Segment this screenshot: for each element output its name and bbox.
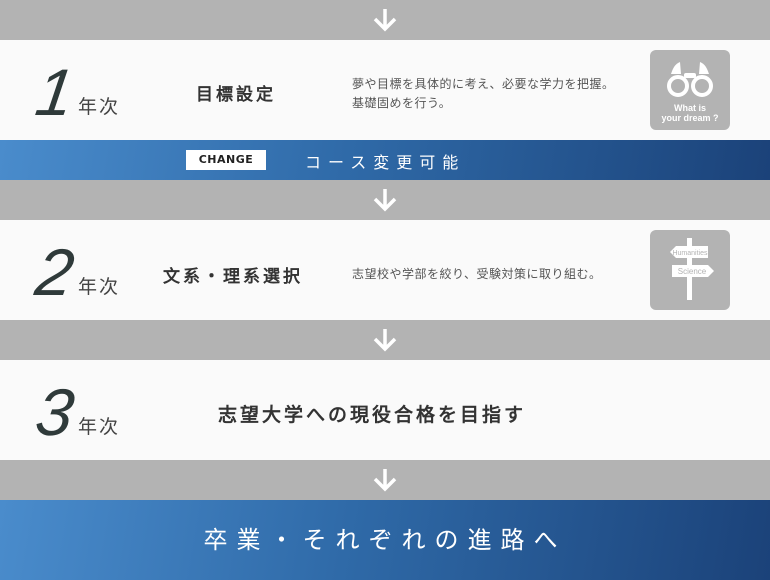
arrow-divider: [0, 460, 770, 500]
change-text: コース変更可能: [305, 153, 466, 172]
icon-caption: your dream ?: [661, 113, 718, 123]
arrow-divider: [0, 320, 770, 360]
year-number: 1: [31, 55, 79, 129]
year-number: 2: [31, 235, 79, 309]
arrow-down-icon: [373, 469, 397, 492]
step-year-2: 2 年次 文系・理系選択 志望校や学部を絞り、受験対策に取り組む。 Humani…: [0, 220, 770, 320]
step-year-1: 1 年次 目標設定 夢や目標を具体的に考え、必要な学力を把握。 基礎固めを行う。 …: [0, 40, 770, 140]
arrow-divider: [0, 0, 770, 40]
arrow-down-icon: [373, 9, 397, 32]
step-description: 夢や目標を具体的に考え、必要な学力を把握。 基礎固めを行う。: [352, 75, 615, 113]
arrow-divider: [0, 180, 770, 220]
sign-label: Humanities: [672, 250, 708, 257]
graduation-band: 卒業・それぞれの進路へ: [0, 500, 770, 580]
step-title: 文系・理系選択: [163, 267, 303, 287]
change-badge: CHANGE: [186, 150, 266, 170]
step-title: 目標設定: [196, 85, 276, 105]
arrow-down-icon: [373, 189, 397, 212]
desc-line: 志望校や学部を絞り、受験対策に取り組む。: [352, 267, 602, 281]
year-label: 年次: [78, 276, 121, 298]
binoculars-icon: What is your dream ?: [650, 50, 730, 130]
year-number: 3: [31, 375, 79, 449]
course-change-band: CHANGE コース変更可能: [0, 140, 770, 180]
year-label: 年次: [78, 96, 121, 118]
step-year-3: 3 年次 志望大学への現役合格を目指す: [0, 360, 770, 460]
step-title: 志望大学への現役合格を目指す: [218, 404, 527, 426]
signpost-icon: Humanities Science: [650, 230, 730, 310]
arrow-down-icon: [373, 329, 397, 352]
icon-caption: What is: [674, 103, 706, 113]
sign-label: Science: [678, 267, 707, 276]
desc-line: 夢や目標を具体的に考え、必要な学力を把握。: [352, 77, 615, 91]
step-description: 志望校や学部を絞り、受験対策に取り組む。: [352, 265, 602, 284]
year-label: 年次: [78, 416, 121, 438]
desc-line: 基礎固めを行う。: [352, 96, 452, 110]
